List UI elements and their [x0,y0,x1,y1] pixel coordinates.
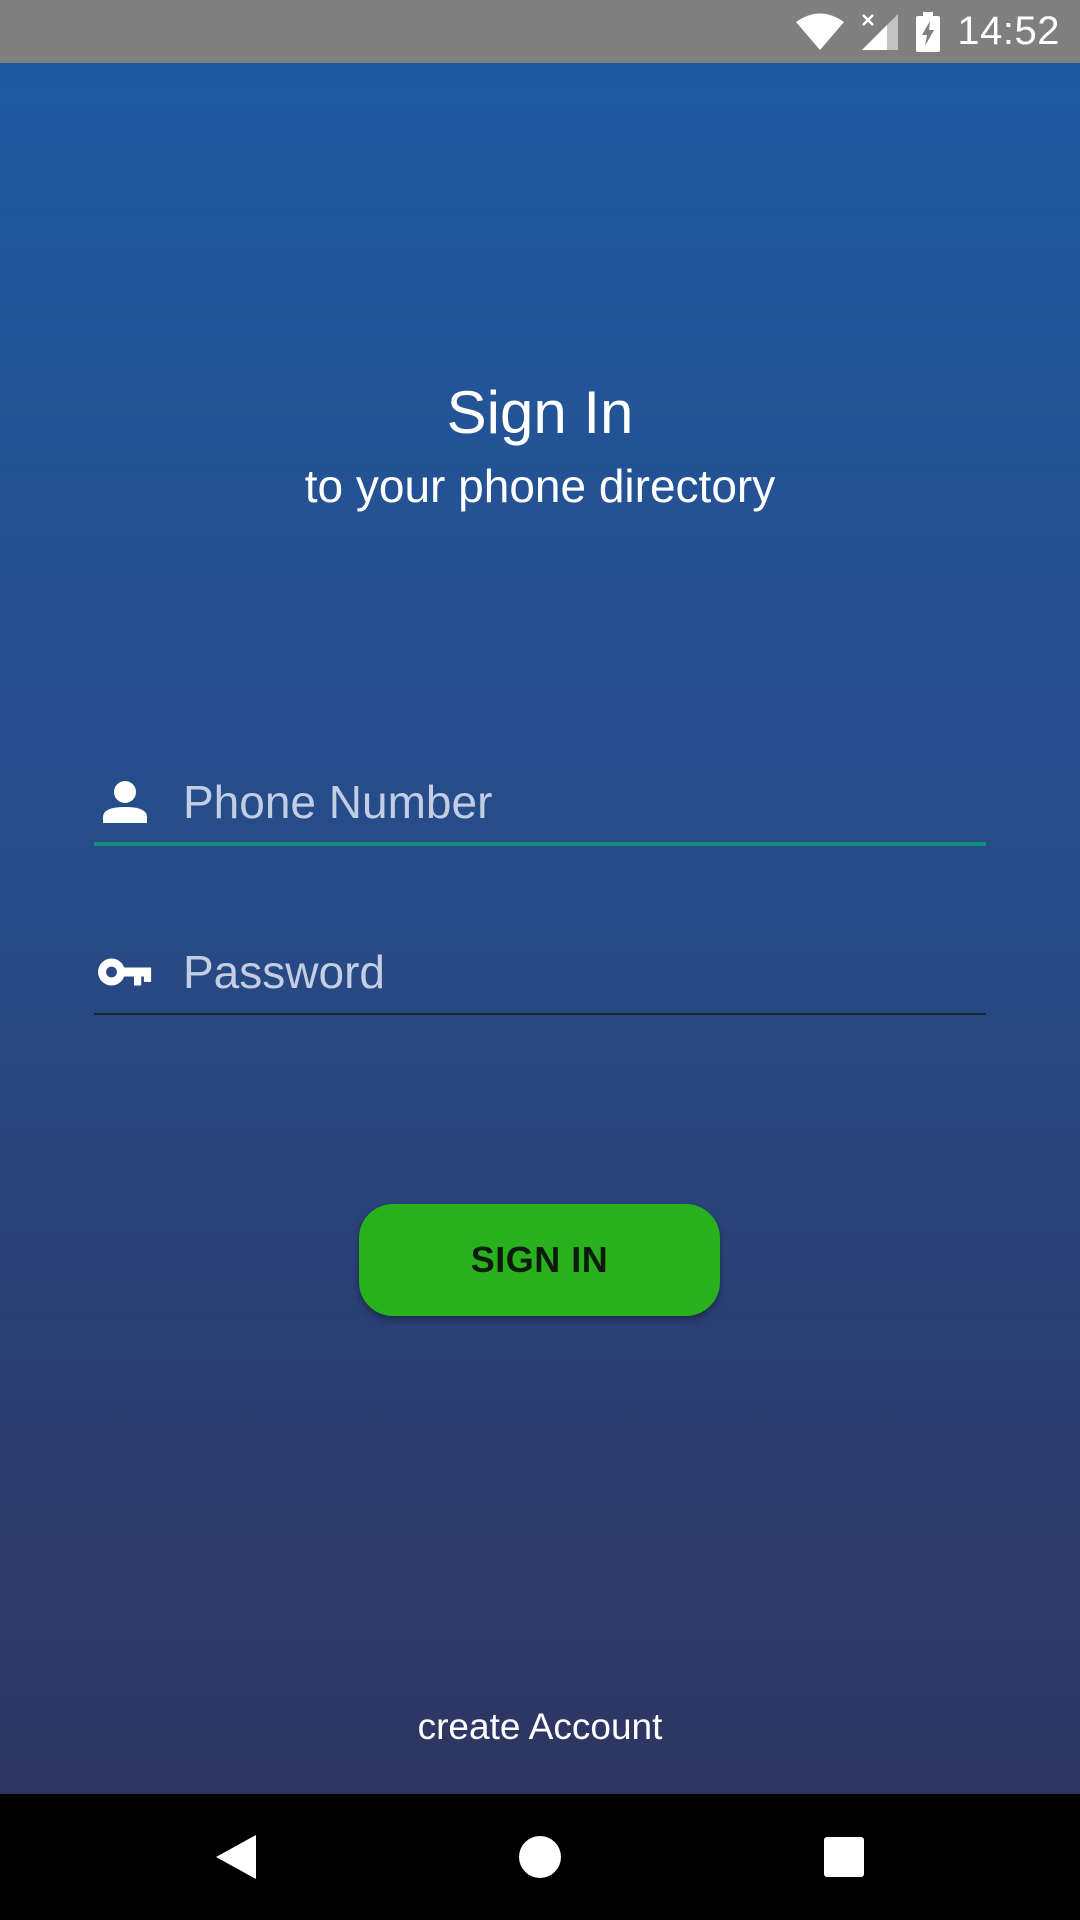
status-bar: 14:52 [0,0,1080,63]
phone-number-field [94,763,986,846]
main-content: Sign In to your phone directory Phone Nu… [0,63,1080,1794]
sign-in-screen: 14:52 Sign In to your phone directory Ph… [0,0,1080,1920]
key-icon [98,945,152,999]
password-field [94,933,986,1015]
home-icon[interactable] [510,1827,570,1887]
person-icon [98,775,152,829]
cellular-no-signal-icon [861,13,899,51]
battery-charging-icon [915,11,941,52]
page-title: Sign In [446,379,634,446]
recents-icon[interactable] [814,1827,874,1887]
create-account-link[interactable]: create Account [0,1702,1080,1752]
wifi-icon [795,13,845,51]
sign-in-button[interactable]: SIGN IN [359,1204,720,1316]
password-underline [94,1013,986,1015]
status-icons: 14:52 [795,0,1060,63]
back-icon[interactable] [206,1827,266,1887]
phone-number-input[interactable] [183,763,973,841]
status-time: 14:52 [957,9,1060,53]
navigation-bar [0,1794,1080,1920]
password-input[interactable] [183,933,973,1011]
page-subtitle: to your phone directory [304,460,776,512]
phone-number-underline [94,842,986,846]
